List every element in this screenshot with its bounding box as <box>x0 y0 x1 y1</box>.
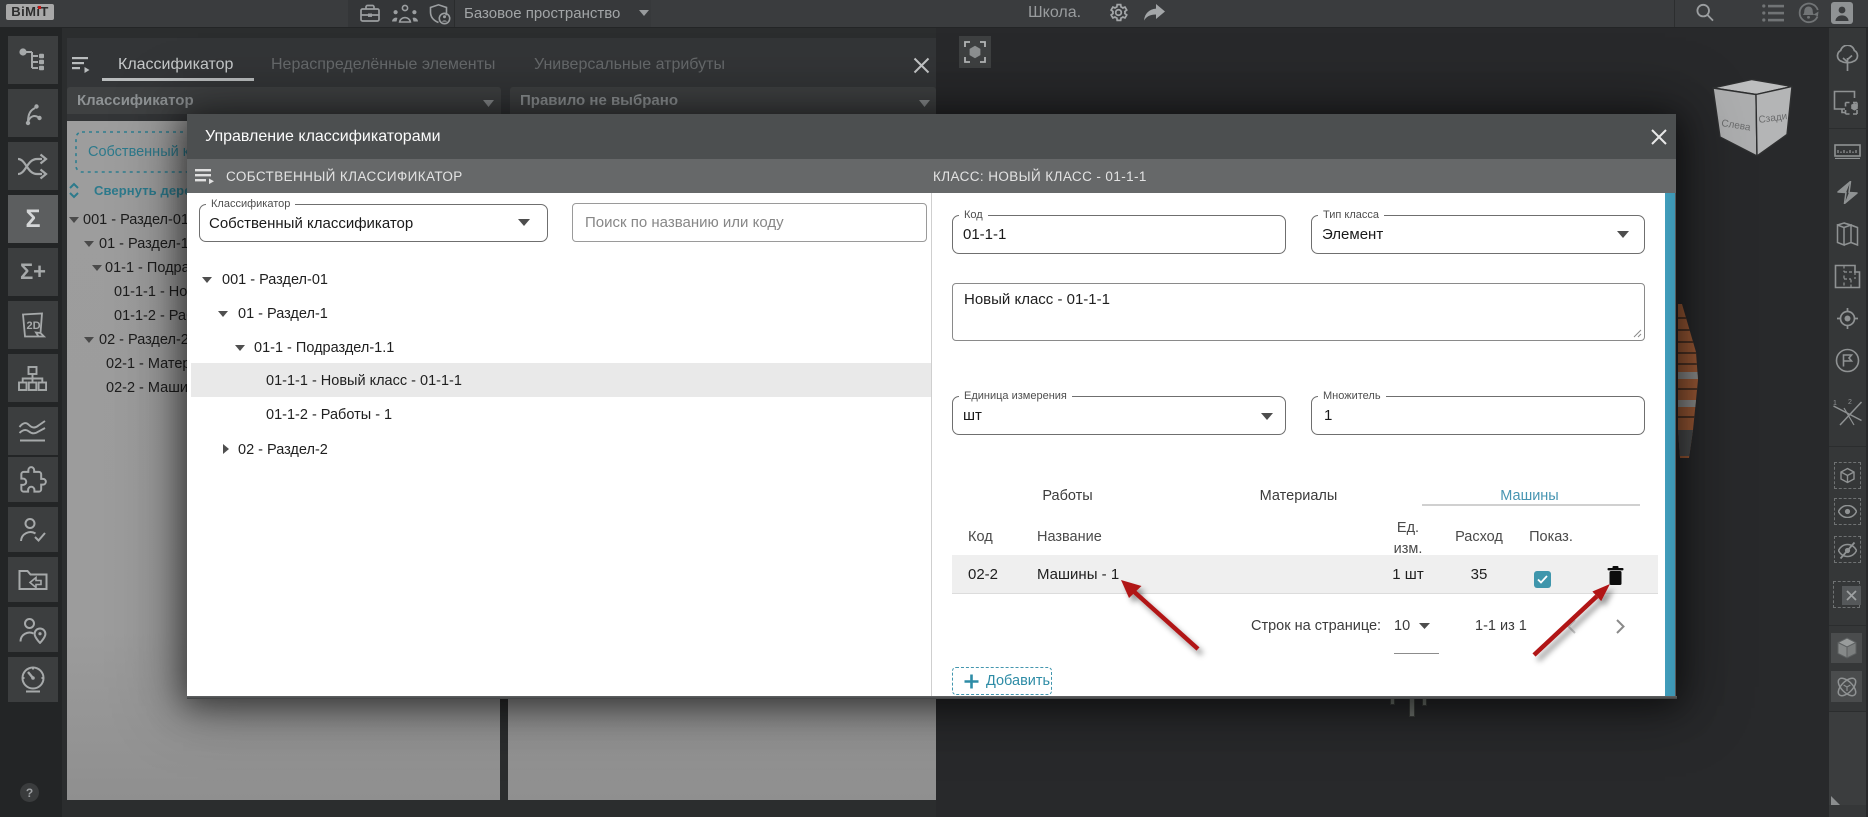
svg-text:1: 1 <box>1833 400 1837 407</box>
svg-text:2: 2 <box>1848 399 1852 406</box>
svg-text:2D: 2D <box>27 320 41 332</box>
